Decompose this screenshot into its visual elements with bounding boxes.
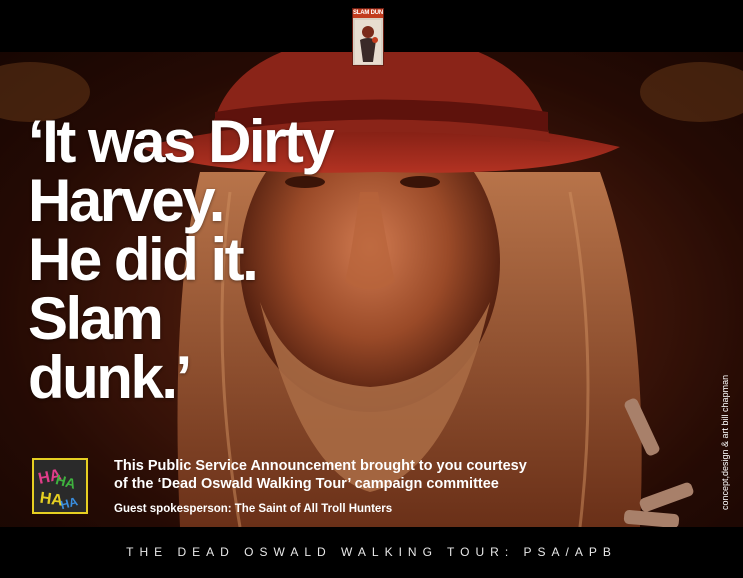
headline-line: He did it. (28, 226, 259, 293)
haha-badge: HA HA HA HA (32, 458, 88, 514)
footer-bar: THE DEAD OSWALD WALKING TOUR: PSA/APB (0, 527, 743, 578)
headline-line: ‘It was Dirty (28, 108, 335, 175)
headline-line: Slam (28, 285, 164, 352)
haha-badge-art: HA HA HA HA (34, 460, 86, 512)
headline-line: dunk.’ (28, 344, 192, 411)
headline-quote: ‘It was Dirty Harvey. He did it. Slam du… (28, 108, 448, 411)
headline-line: Harvey. (28, 167, 225, 234)
poster: SLAM DUNK ‘It was Dirty Harvey. He did i… (0, 0, 743, 578)
logo-art (355, 20, 381, 64)
psa-text-line2: of the ‘Dead Oswald Walking Tour’ campai… (114, 476, 499, 492)
logo-title: SLAM DUNK (353, 9, 383, 18)
psa-text-line1: This Public Service Announcement brought… (114, 458, 527, 474)
footer-title: THE DEAD OSWALD WALKING TOUR: PSA/APB (126, 545, 617, 559)
slam-dunk-logo: SLAM DUNK (352, 8, 384, 66)
artist-credit: concept,design & art bill chapman (720, 374, 730, 510)
guest-spokesperson: Guest spokesperson: The Saint of All Tro… (114, 503, 393, 515)
